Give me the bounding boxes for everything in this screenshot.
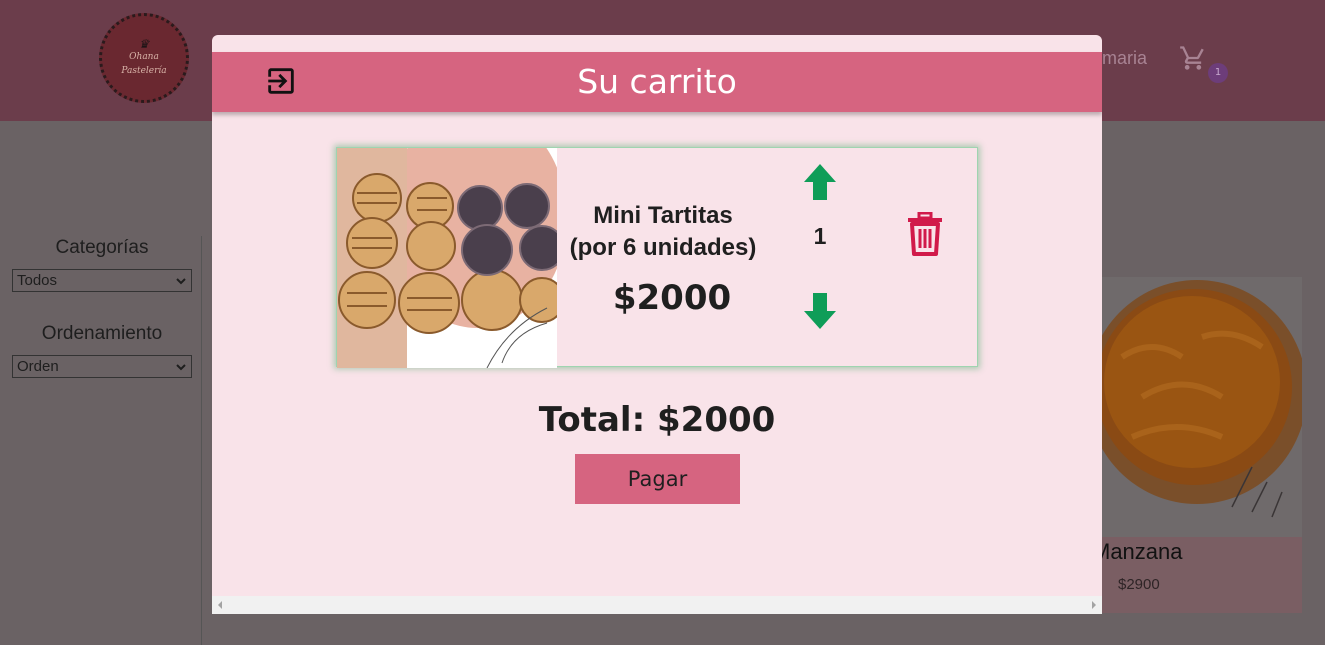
shopping-cart-icon[interactable] [1179, 44, 1207, 72]
order-selected-value: Orden [17, 358, 59, 375]
order-select[interactable]: Orden [12, 355, 192, 378]
chevron-down-icon [176, 363, 186, 370]
pay-button[interactable]: Pagar [575, 454, 740, 504]
product-image [1102, 277, 1302, 537]
product-title: Manzana [1092, 539, 1183, 564]
modal-title: Su carrito [577, 62, 737, 101]
cart-item: Mini Tartitas (por 6 unidades) $2000 1 [336, 147, 978, 368]
trash-icon[interactable] [905, 212, 945, 256]
product-price: $2900 [1118, 576, 1160, 593]
cart-total: Total: $2000 [538, 400, 776, 440]
order-label: Ordenamiento [41, 323, 163, 344]
cart-item-quantity: 1 [813, 223, 827, 249]
cupcake-icon: ♛ [138, 36, 150, 51]
modal-header: Su carrito [212, 52, 1102, 112]
cart-item-detail: (por 6 unidades) [569, 234, 757, 261]
categories-select[interactable]: Todos [12, 269, 192, 292]
arrow-up-icon[interactable] [802, 162, 838, 202]
bakery-logo[interactable]: ♛ Ohana Pastelería [99, 13, 189, 103]
horizontal-scrollbar[interactable] [212, 596, 1102, 614]
sidebar-divider [201, 236, 202, 645]
chevron-down-icon [176, 277, 186, 284]
logo-line-1: Ohana [129, 51, 159, 62]
arrow-down-icon[interactable] [802, 291, 838, 331]
cart-item-name: Mini Tartitas (por 6 unidades) [557, 200, 769, 264]
logo-line-2: Pastelería [121, 66, 167, 76]
product-card[interactable]: Manzana $2900 [1092, 277, 1302, 613]
cart-item-price: $2000 [612, 278, 732, 318]
exit-icon[interactable] [264, 64, 298, 98]
categories-selected-value: Todos [17, 272, 58, 289]
categories-label: Categorías [55, 237, 149, 258]
cart-modal: Su carrito Mini Tartitas (por 6 unidades… [212, 35, 1102, 614]
cart-count-badge: 1 [1208, 63, 1228, 83]
scroll-right-icon[interactable] [1092, 601, 1096, 609]
cart-item-image [337, 148, 557, 368]
scroll-left-icon[interactable] [218, 601, 222, 609]
cart-item-name-text: Mini Tartitas [593, 202, 733, 229]
nav-link[interactable]: maria [1102, 48, 1147, 69]
